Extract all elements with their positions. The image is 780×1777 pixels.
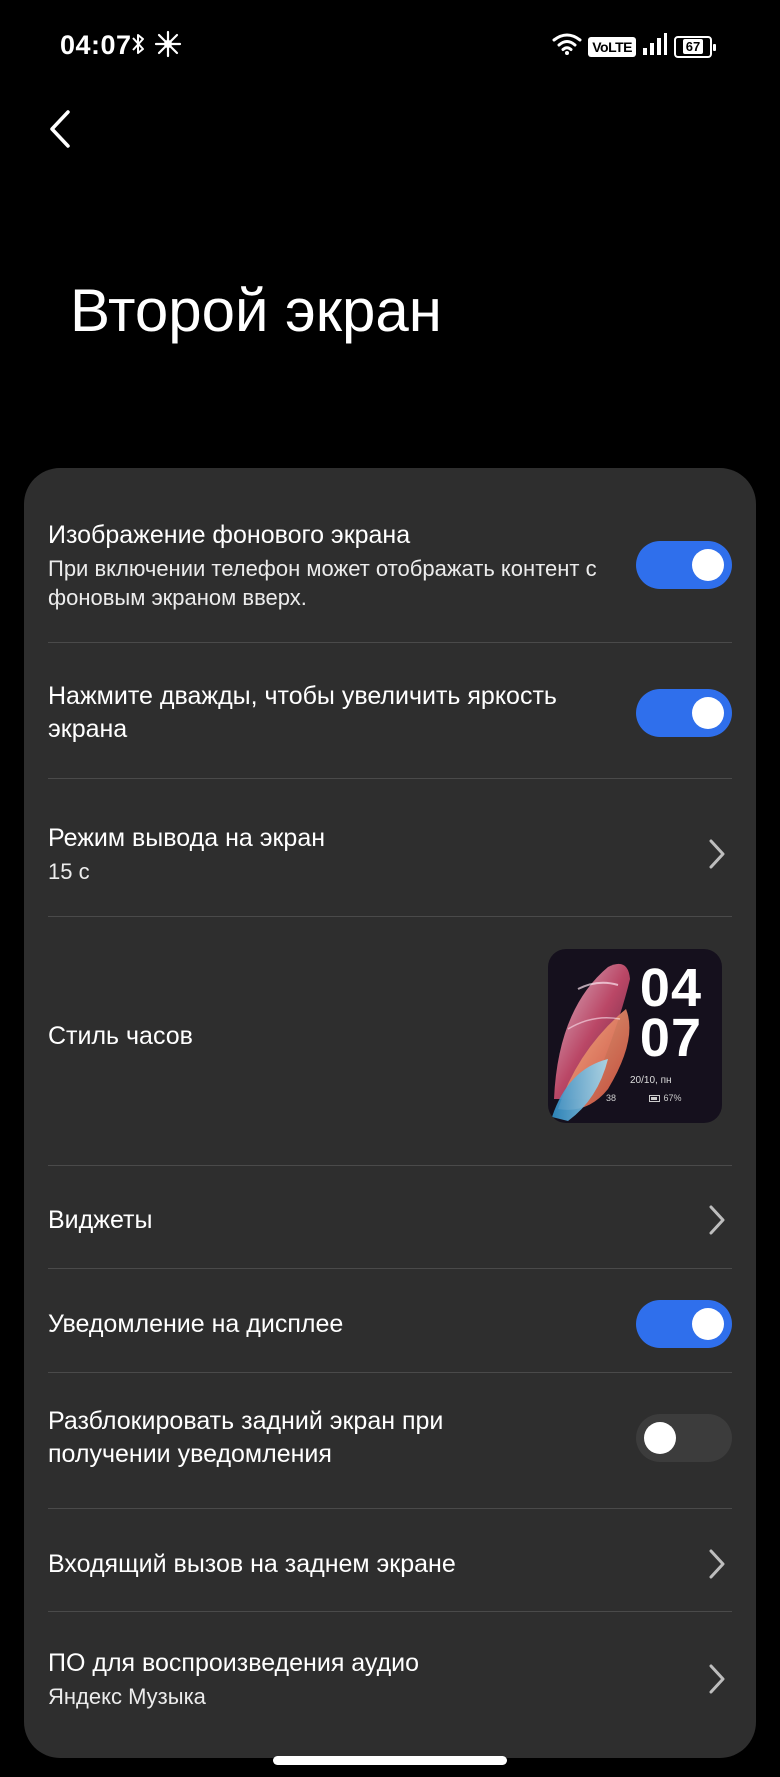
page-title: Второй экран — [70, 277, 442, 344]
setting-audio-player[interactable]: ПО для воспроизведения аудио Яндекс Музы… — [48, 1618, 732, 1740]
bluetooth-icon — [130, 32, 146, 61]
setting-widgets[interactable]: Виджеты — [48, 1176, 732, 1264]
home-indicator[interactable] — [273, 1756, 507, 1765]
divider — [48, 778, 732, 779]
setting-subtitle: При включении телефон может отображать к… — [48, 555, 597, 610]
setting-unlock-rear-screen[interactable]: Разблокировать задний экран при получени… — [48, 1388, 732, 1488]
toggle-knob — [692, 697, 724, 729]
divider — [48, 1268, 732, 1269]
settings-card: Изображение фонового экрана При включени… — [24, 468, 756, 1758]
chevron-right-icon — [702, 834, 732, 874]
background-screen-toggle[interactable] — [636, 541, 732, 589]
battery-icon: 67 — [674, 35, 716, 58]
status-time: 04:07 — [60, 30, 132, 60]
clock-battery: 67% — [649, 1093, 682, 1103]
battery-level: 67 — [682, 39, 704, 54]
divider — [48, 1372, 732, 1373]
double-tap-brightness-toggle[interactable] — [636, 689, 732, 737]
setting-title: Входящий вызов на заднем экране — [48, 1549, 456, 1578]
clock-minutes: 07 — [639, 1008, 702, 1068]
setting-title: Режим вывода на экран — [48, 824, 326, 852]
signal-icon — [642, 32, 668, 61]
setting-title: Разблокировать задний экран при получени… — [48, 1407, 444, 1468]
wifi-icon — [552, 32, 582, 61]
setting-display-output-mode[interactable]: Режим вывода на экран 15 с — [48, 793, 732, 915]
sparkle-icon — [154, 30, 182, 63]
volte-badge: VoLTE — [588, 36, 636, 57]
setting-value: Яндекс Музыка — [48, 1684, 206, 1709]
setting-display-notification[interactable]: Уведомление на дисплее — [48, 1280, 732, 1368]
clock-date: 20/10, пн — [630, 1075, 672, 1086]
divider — [48, 1165, 732, 1166]
chevron-right-icon — [702, 1200, 732, 1240]
chevron-left-icon — [50, 110, 70, 148]
back-button[interactable] — [40, 106, 80, 152]
setting-incoming-call-rear-screen[interactable]: Входящий вызов на заднем экране — [48, 1520, 732, 1608]
clock-steps: 38 — [606, 1093, 617, 1103]
toggle-knob — [644, 1422, 676, 1454]
clock-style-preview[interactable]: 04 07 20/10, пн 38 67% — [548, 949, 722, 1123]
toggle-knob — [692, 1308, 724, 1340]
chevron-right-icon — [702, 1544, 732, 1584]
setting-title: Стиль часов — [48, 1021, 193, 1050]
setting-double-tap-brightness[interactable]: Нажмите дважды, чтобы увеличить яркость … — [48, 663, 732, 763]
setting-clock-style[interactable]: Стиль часов 04 07 20/10, пн 38 67% — [48, 936, 732, 1136]
status-right-icons: VoLTE 67 — [552, 32, 716, 61]
divider — [48, 916, 732, 917]
battery-icon — [649, 1095, 660, 1103]
setting-title: Виджеты — [48, 1205, 153, 1234]
clock-battery-level: 67% — [663, 1093, 682, 1103]
setting-title: Уведомление на дисплее — [48, 1309, 344, 1338]
clock-hours: 04 — [639, 958, 702, 1018]
setting-title: ПО для воспроизведения аудио — [48, 1649, 420, 1677]
setting-title: Изображение фонового экрана — [48, 520, 411, 549]
unlock-rear-screen-toggle[interactable] — [636, 1414, 732, 1462]
divider — [48, 1508, 732, 1509]
status-left-icons — [130, 30, 182, 63]
display-notification-toggle[interactable] — [636, 1300, 732, 1348]
toggle-knob — [692, 549, 724, 581]
chevron-right-icon — [702, 1659, 732, 1699]
divider — [48, 642, 732, 643]
divider — [48, 1611, 732, 1612]
setting-background-screen-image[interactable]: Изображение фонового экрана При включени… — [48, 510, 732, 620]
setting-title: Нажмите дважды, чтобы увеличить яркость … — [48, 682, 557, 743]
setting-value: 15 с — [48, 859, 90, 884]
status-bar: 04:07 VoLTE 67 — [0, 0, 780, 96]
